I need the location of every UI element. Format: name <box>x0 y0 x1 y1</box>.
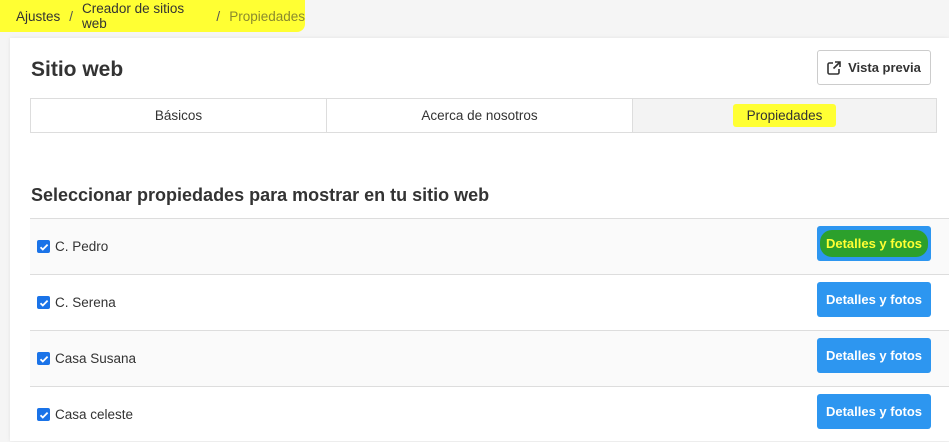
breadcrumb-item-ajustes[interactable]: Ajustes <box>16 9 60 24</box>
property-row: Casa celeste Detalles y fotos <box>30 386 949 442</box>
details-photos-label: Detalles y fotos <box>825 292 923 307</box>
breadcrumb-item-current: Propiedades <box>229 8 305 24</box>
section-title: Seleccionar propiedades para mostrar en … <box>31 185 490 205</box>
external-link-icon <box>827 60 841 75</box>
check-icon <box>39 411 48 419</box>
property-row: C. Serena Detalles y fotos <box>30 274 949 330</box>
tab-label: Propiedades <box>732 104 837 127</box>
tab-acerca-de-nosotros[interactable]: Acerca de nosotros <box>327 99 633 132</box>
tab-label: Acerca de nosotros <box>421 108 538 123</box>
property-checkbox[interactable] <box>37 296 50 309</box>
details-photos-button[interactable]: Detalles y fotos <box>817 394 931 429</box>
website-card: Sitio web Vista previa Básicos Acerca de… <box>10 38 949 441</box>
properties-list: C. Pedro Detalles y fotos C. Serena Deta… <box>30 218 949 442</box>
property-row: C. Pedro Detalles y fotos <box>30 218 949 274</box>
tab-basicos[interactable]: Básicos <box>31 99 327 132</box>
property-name: C. Pedro <box>55 239 109 254</box>
property-checkbox[interactable] <box>37 240 50 253</box>
preview-button-label: Vista previa <box>848 60 921 75</box>
details-photos-button[interactable]: Detalles y fotos <box>817 338 931 373</box>
property-name: Casa Susana <box>55 351 137 366</box>
property-name: C. Serena <box>55 295 116 310</box>
tab-label: Básicos <box>154 108 203 123</box>
tab-propiedades[interactable]: Propiedades <box>633 99 936 132</box>
details-photos-label: Detalles y fotos <box>825 348 923 363</box>
tabs: Básicos Acerca de nosotros Propiedades <box>30 98 937 133</box>
property-checkbox[interactable] <box>37 352 50 365</box>
details-photos-button[interactable]: Detalles y fotos <box>817 282 931 317</box>
preview-button[interactable]: Vista previa <box>817 50 931 85</box>
property-row: Casa Susana Detalles y fotos <box>30 330 949 386</box>
check-icon <box>39 299 48 307</box>
breadcrumb: Ajustes / Creador de sitios web / Propie… <box>0 0 305 32</box>
breadcrumb-item-creador[interactable]: Creador de sitios web <box>82 1 207 31</box>
breadcrumb-separator: / <box>69 8 74 24</box>
details-photos-button[interactable]: Detalles y fotos <box>817 226 931 261</box>
property-name: Casa celeste <box>55 407 134 422</box>
breadcrumb-separator: / <box>216 8 221 24</box>
details-photos-label: Detalles y fotos <box>825 404 923 419</box>
check-icon <box>39 243 48 251</box>
check-icon <box>39 355 48 363</box>
page-title: Sitio web <box>31 58 124 81</box>
details-photos-label: Detalles y fotos <box>819 230 929 257</box>
property-checkbox[interactable] <box>37 408 50 421</box>
